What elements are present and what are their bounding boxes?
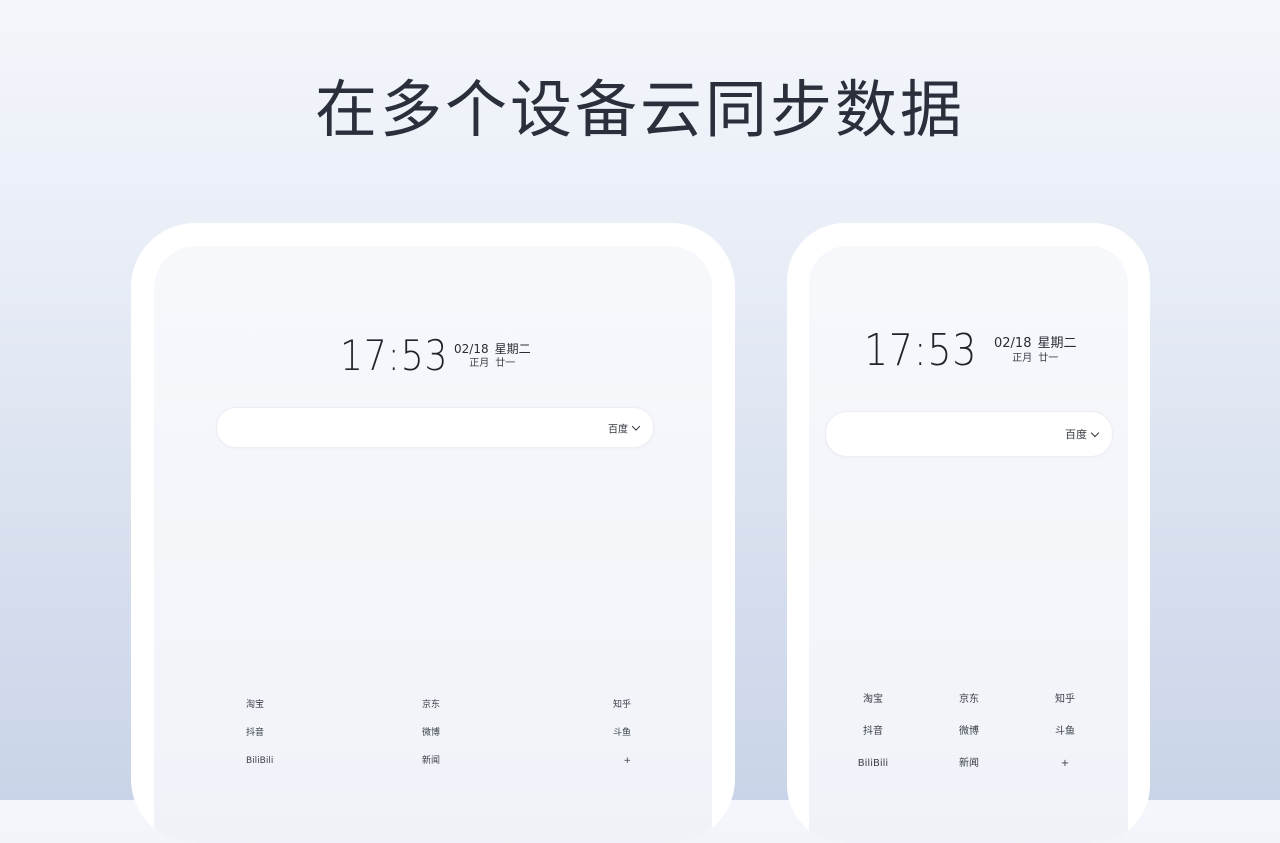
phone-search-engine-select[interactable]: 百度 [1065,426,1100,442]
shortcut-taobao[interactable]: 淘宝 [825,693,921,707]
tablet-date: 02/18 [454,342,489,356]
phone-time: 17:53 [864,325,978,376]
shortcut-douyin[interactable]: 抖音 [825,725,921,739]
tablet-date-block: 02/18 星期二 正月 廿一 [454,341,531,371]
shortcut-douyu[interactable]: 斗鱼 [486,726,631,740]
tablet-search-engine-select[interactable]: 百度 [608,420,641,435]
tablet-search-input[interactable]: 百度 [216,407,654,448]
tablet-clock: 17:53 02/18 星期二 正月 廿一 [340,332,531,380]
chevron-down-icon [631,421,641,431]
shortcut-news[interactable]: 新闻 [921,757,1017,771]
shortcut-bilibili[interactable]: BiliBili [825,757,921,771]
phone-lunar-day: 廿一 [1038,353,1059,364]
page-headline: 在多个设备云同步数据 [314,73,965,146]
phone-weekday: 星期二 [1037,336,1077,351]
shortcut-weibo[interactable]: 微博 [341,726,486,740]
chevron-down-icon [1090,428,1100,437]
add-shortcut-button[interactable]: + [1017,757,1113,771]
shortcut-weibo[interactable]: 微博 [921,725,1017,739]
tablet-lunar-month: 正月 [469,358,490,369]
phone-screen: 17:53 02/18 星期二 正月 廿一 百度 淘宝 京东 知乎 抖音 微博 … [809,246,1128,843]
phone-clock: 17:53 02/18 星期二 正月 廿一 [864,327,1076,375]
phone-search-engine-label: 百度 [1065,428,1087,441]
shortcut-douyu[interactable]: 斗鱼 [1017,725,1113,739]
phone-device: 17:53 02/18 星期二 正月 廿一 百度 淘宝 京东 知乎 抖音 微博 … [787,223,1150,843]
phone-date-block: 02/18 星期二 正月 廿一 [994,336,1076,366]
shortcut-taobao[interactable]: 淘宝 [196,698,341,712]
shortcut-zhihu[interactable]: 知乎 [486,698,631,712]
shortcut-jd[interactable]: 京东 [921,693,1017,707]
phone-shortcuts-grid: 淘宝 京东 知乎 抖音 微博 斗鱼 BiliBili 新闻 + [825,693,1113,771]
shortcut-bilibili[interactable]: BiliBili [196,754,341,768]
add-shortcut-button[interactable]: + [486,754,631,768]
shortcut-douyin[interactable]: 抖音 [196,726,341,740]
shortcut-zhihu[interactable]: 知乎 [1017,693,1113,707]
tablet-lunar-day: 廿一 [495,358,516,369]
phone-date: 02/18 [994,336,1032,351]
tablet-time: 17:53 [340,331,449,380]
tablet-screen: 17:53 02/18 星期二 正月 廿一 百度 淘宝 京东 知乎 抖音 微博 … [154,246,712,843]
phone-search-input[interactable]: 百度 [825,411,1113,457]
shortcut-jd[interactable]: 京东 [341,698,486,712]
phone-lunar-month: 正月 [1012,353,1033,364]
shortcut-news[interactable]: 新闻 [341,754,486,768]
tablet-weekday: 星期二 [494,342,531,356]
tablet-search-engine-label: 百度 [608,424,628,435]
tablet-shortcuts-grid: 淘宝 京东 知乎 抖音 微博 斗鱼 BiliBili 新闻 + [196,698,631,768]
tablet-device: 17:53 02/18 星期二 正月 廿一 百度 淘宝 京东 知乎 抖音 微博 … [131,223,735,843]
